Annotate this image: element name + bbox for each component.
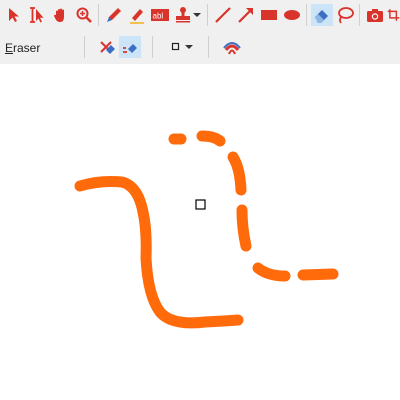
pan-hand-icon[interactable] xyxy=(50,4,72,26)
drawing-canvas[interactable] xyxy=(0,64,400,400)
text-field-icon[interactable]: abl xyxy=(149,4,171,26)
lasso-icon[interactable] xyxy=(334,4,356,26)
ink-stroke[interactable] xyxy=(236,204,252,252)
highlighter-icon[interactable] xyxy=(126,4,148,26)
ink-stroke[interactable] xyxy=(196,130,226,147)
ink-stroke[interactable] xyxy=(297,268,339,281)
line-icon[interactable] xyxy=(212,4,234,26)
rainbow-color-icon[interactable] xyxy=(221,36,243,58)
svg-text:abl: abl xyxy=(153,12,164,21)
options-toolbar: Eraser xyxy=(0,32,400,65)
stamp-icon[interactable] xyxy=(172,4,194,26)
stamp-dropdown-icon[interactable] xyxy=(192,4,202,26)
select-pointer-icon[interactable] xyxy=(3,4,25,26)
toolbar-separator xyxy=(152,36,153,58)
snapshot-icon[interactable] xyxy=(364,4,386,26)
eraser-cursor xyxy=(195,199,206,210)
eraser-size-dropdown-icon[interactable] xyxy=(183,36,195,58)
toolbar-separator xyxy=(359,4,360,26)
ellipse-icon[interactable] xyxy=(281,4,303,26)
ink-stroke[interactable] xyxy=(74,176,244,329)
text-select-icon[interactable] xyxy=(26,4,48,26)
tool-label: Eraser xyxy=(5,41,41,55)
zoom-icon[interactable] xyxy=(73,4,95,26)
toolbar-separator xyxy=(98,4,99,26)
arrow-icon[interactable] xyxy=(235,4,257,26)
toolbar-separator xyxy=(208,36,209,58)
toolbar-separator xyxy=(306,4,307,26)
crop-icon[interactable] xyxy=(387,4,400,26)
ink-stroke[interactable] xyxy=(252,262,291,282)
rectangle-icon[interactable] xyxy=(258,4,280,26)
erase-partial-icon[interactable] xyxy=(119,36,141,58)
ink-stroke[interactable] xyxy=(227,151,247,196)
canvas-strokes xyxy=(74,130,339,329)
toolbar-separator xyxy=(84,36,85,58)
erase-whole-stroke-icon[interactable] xyxy=(96,36,118,58)
pen-icon[interactable] xyxy=(103,4,125,26)
main-toolbar: abl xyxy=(0,0,400,32)
eraser-icon[interactable] xyxy=(311,4,333,26)
toolbar-separator xyxy=(207,4,208,26)
